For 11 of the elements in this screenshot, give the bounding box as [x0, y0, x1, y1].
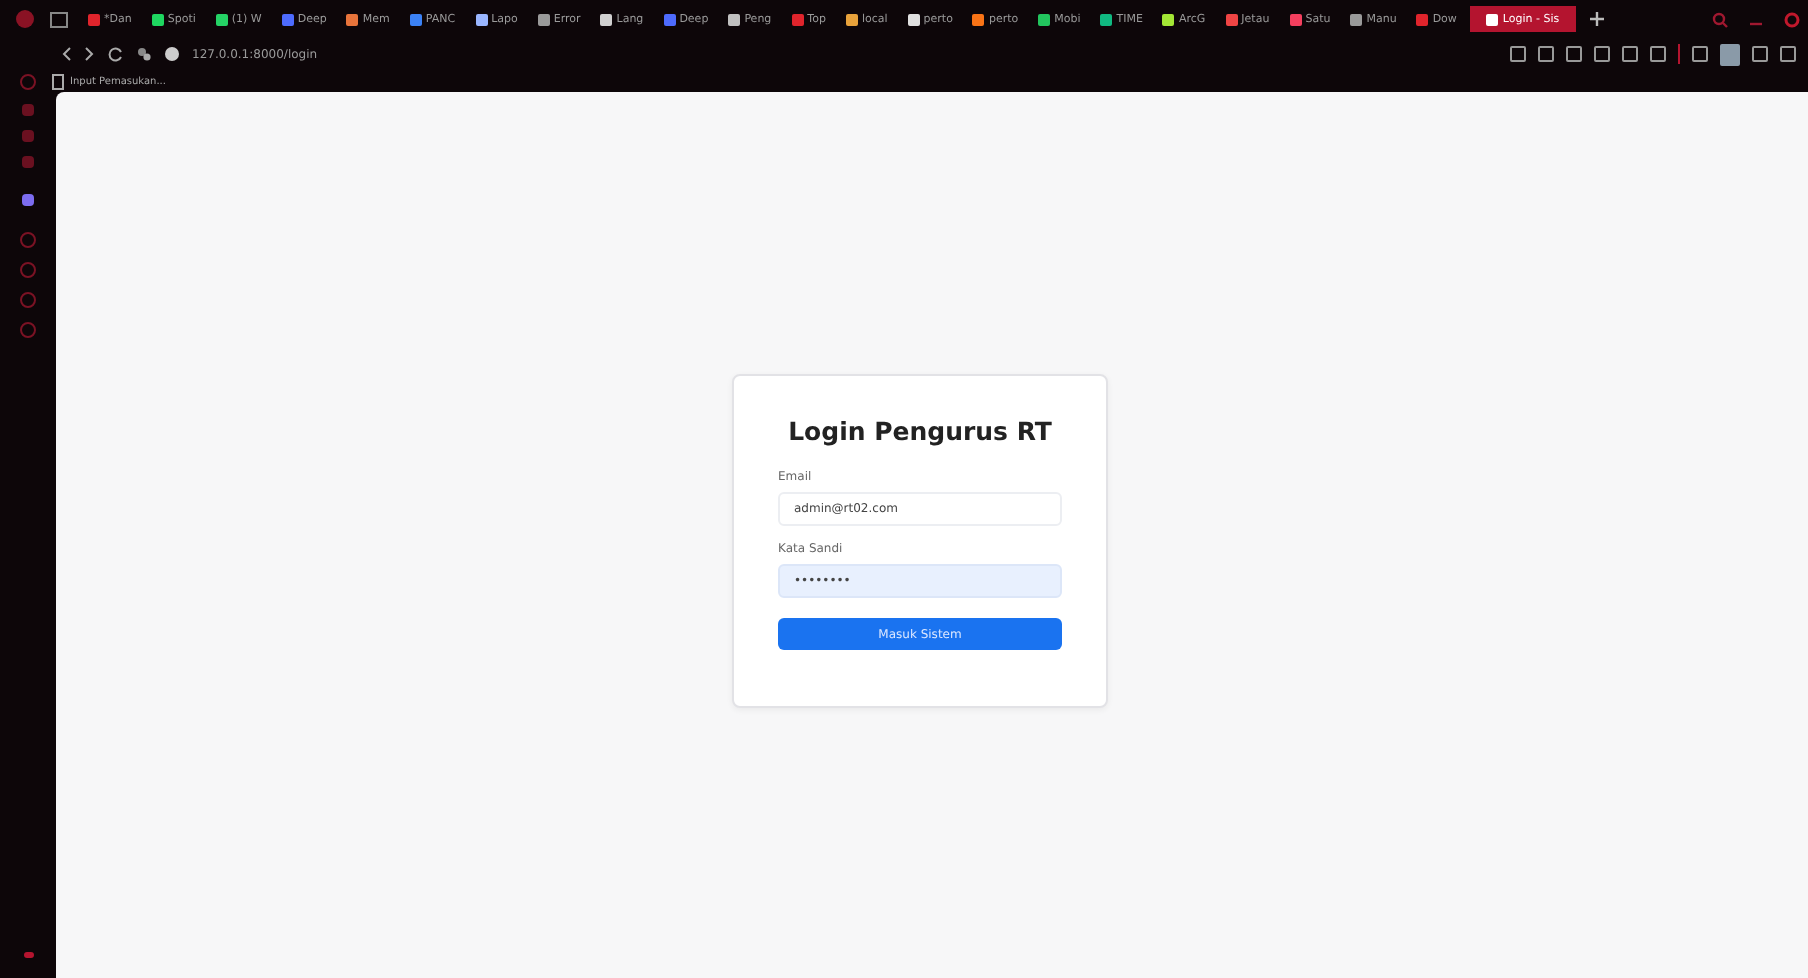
back-icon[interactable] — [60, 46, 72, 62]
login-title: Login Pengurus RT — [786, 416, 1054, 446]
sidebar-toggle-icon[interactable] — [23, 952, 33, 958]
workspace-icon[interactable] — [50, 11, 68, 27]
close-icon[interactable] — [1784, 11, 1800, 27]
forward-icon[interactable] — [84, 46, 96, 62]
sidebar-app-icon[interactable] — [22, 194, 34, 206]
search-icon[interactable] — [1712, 11, 1728, 27]
profile-avatar[interactable] — [1720, 43, 1740, 65]
new-tab-icon[interactable] — [1589, 12, 1604, 26]
extension-icon[interactable] — [1692, 46, 1708, 62]
